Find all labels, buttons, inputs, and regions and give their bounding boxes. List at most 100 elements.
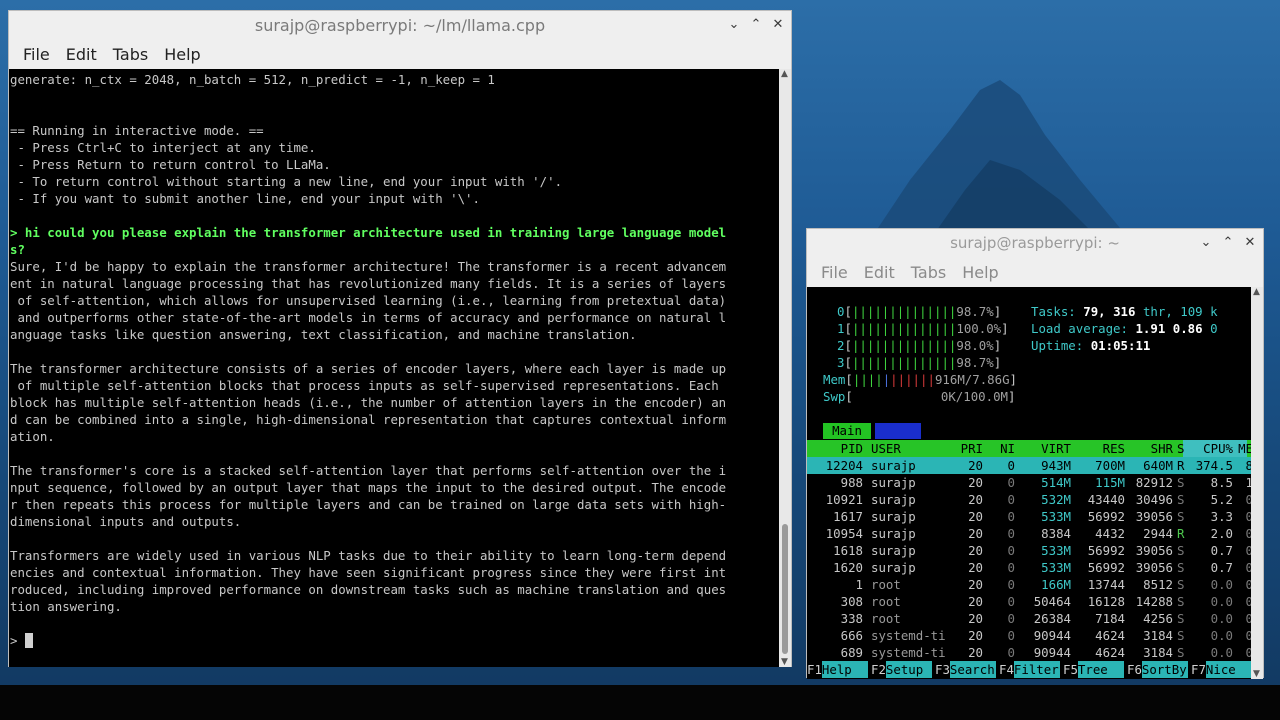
cell-pid: 689 [840, 645, 863, 660]
process-row[interactable]: 1618 surajp 20 0 533M 56992 39056 S 0.7 0 [807, 542, 1253, 559]
input-prompt[interactable]: > [10, 632, 781, 649]
menu-help[interactable]: Help [156, 45, 208, 64]
menu-file[interactable]: File [15, 45, 58, 64]
cell-shr: 3184 [1143, 628, 1173, 643]
window-titlebar[interactable]: surajp@raspberrypi: ~ ⌄ ⌃ ✕ [807, 229, 1263, 257]
process-row[interactable]: 1617 surajp 20 0 533M 56992 39056 S 3.3 0 [807, 508, 1253, 525]
cell-ni: 0 [1007, 526, 1015, 541]
scroll-thumb[interactable] [782, 524, 788, 654]
fkey-setup[interactable]: F2Setup [871, 661, 932, 678]
fkey-nice[interactable]: F7Nice [1191, 661, 1252, 678]
terminal-line: == Running in interactive mode. == [10, 123, 264, 138]
menu-edit[interactable]: Edit [58, 45, 105, 64]
function-key-bar: F1Help F2Setup F3Search F4Filter F5Tree F6Sor… [807, 661, 1253, 678]
terminal-line: of multiple self-attention blocks that p… [10, 378, 719, 393]
process-row[interactable]: 12204 surajp 20 0 943M 700M 640M R 374.5 8 [807, 457, 1253, 474]
maximize-icon[interactable]: ⌃ [749, 15, 763, 33]
cell-user: surajp [871, 475, 916, 490]
process-row[interactable]: 988 surajp 20 0 514M 115M 82912 S 8.5 1 [807, 474, 1253, 491]
menu-tabs[interactable]: Tabs [903, 263, 954, 282]
cell-ni: 0 [1007, 594, 1015, 609]
load-average-stat: Load average: 1.91 0.86 0 [1031, 321, 1218, 336]
cpu-meter-1: 1[||||||||||||||100.0%] [837, 321, 1009, 336]
scroll-up-icon[interactable]: ▲ [1253, 287, 1260, 297]
cell-cpu: 2.0 [1210, 526, 1233, 541]
menu-file[interactable]: File [813, 263, 856, 282]
process-row[interactable]: 1620 surajp 20 0 533M 56992 39056 S 0.7 0 [807, 559, 1253, 576]
fkey-search[interactable]: F3Search [935, 661, 996, 678]
cell-pri: 20 [968, 628, 983, 643]
process-row[interactable]: 338 root 20 0 26384 7184 4256 S 0.0 0 [807, 610, 1253, 627]
cell-ni: 0 [1007, 645, 1015, 660]
cell-ni: 0 [1007, 475, 1015, 490]
maximize-icon[interactable]: ⌃ [1221, 233, 1235, 251]
cell-cpu: 8.5 [1210, 475, 1233, 490]
process-row[interactable]: 666 systemd-ti 20 0 90944 4624 3184 S 0.0 0 [807, 627, 1253, 644]
tab-io[interactable] [875, 423, 921, 439]
cell-user: surajp [871, 526, 916, 541]
cell-pid: 1617 [833, 509, 863, 524]
menu-tabs[interactable]: Tabs [105, 45, 156, 64]
column-header-user[interactable]: USER [871, 440, 951, 457]
process-row[interactable]: 10921 surajp 20 0 532M 43440 30496 S 5.2 0 [807, 491, 1253, 508]
scroll-up-icon[interactable]: ▲ [781, 69, 788, 79]
fkey-sortby[interactable]: F6SortBy [1127, 661, 1188, 678]
column-header-res[interactable]: RES [1073, 440, 1125, 457]
terminal-line: Transformers are widely used in various … [10, 548, 727, 563]
cell-res: 4624 [1095, 628, 1125, 643]
tab-main[interactable]: Main [823, 423, 871, 439]
window-title: surajp@raspberrypi: ~/lm/llama.cpp [254, 15, 546, 35]
uptime-stat: Uptime: 01:05:11 [1031, 338, 1151, 353]
terminal-line: anguage tasks like question answering, t… [10, 327, 637, 342]
menu-edit[interactable]: Edit [856, 263, 903, 282]
column-header-cpu[interactable]: CPU% [1187, 440, 1233, 457]
terminal-line: tion answering. [10, 599, 122, 614]
terminal-output[interactable]: generate: n_ctx = 2048, n_batch = 512, n… [9, 69, 781, 667]
cell-user: surajp [871, 492, 916, 507]
terminal-line: - If you want to submit another line, en… [10, 191, 480, 206]
cell-virt: 8384 [1041, 526, 1071, 541]
fkey-filter[interactable]: F4Filter [999, 661, 1060, 678]
scrollbar[interactable]: ▲ ▼ [1251, 287, 1263, 679]
fkey-tree[interactable]: F5Tree [1063, 661, 1124, 678]
dropdown-icon[interactable]: ⌄ [1199, 233, 1213, 251]
scrollbar[interactable]: ▲ ▼ [779, 69, 791, 667]
cell-shr: 39056 [1135, 543, 1173, 558]
scroll-down-icon[interactable]: ▼ [781, 657, 788, 667]
process-row[interactable]: 308 root 20 0 50464 16128 14288 S 0.0 0 [807, 593, 1253, 610]
window-titlebar[interactable]: surajp@raspberrypi: ~/lm/llama.cpp ⌄ ⌃ ✕ [9, 11, 791, 39]
cell-pid: 10954 [825, 526, 863, 541]
terminal-line: block has multiple self-attention heads … [10, 395, 727, 410]
column-header-shr[interactable]: SHR [1127, 440, 1173, 457]
terminal-window-llama[interactable]: surajp@raspberrypi: ~/lm/llama.cpp ⌄ ⌃ ✕… [8, 10, 792, 667]
menu-help[interactable]: Help [954, 263, 1006, 282]
cell-pid: 10921 [825, 492, 863, 507]
column-header-ni[interactable]: NI [987, 440, 1015, 457]
terminal-window-htop[interactable]: surajp@raspberrypi: ~ ⌄ ⌃ ✕ File Edit Ta… [806, 228, 1264, 679]
process-row[interactable]: 10954 surajp 20 0 8384 4432 2944 R 2.0 0 [807, 525, 1253, 542]
scroll-down-icon[interactable]: ▼ [1253, 669, 1260, 679]
cell-shr: 39056 [1135, 509, 1173, 524]
close-icon[interactable]: ✕ [1243, 233, 1257, 251]
cell-pid: 338 [840, 611, 863, 626]
fkey-label: Nice [1205, 661, 1252, 678]
column-header-virt[interactable]: VIRT [1019, 440, 1071, 457]
process-row[interactable]: 689 systemd-ti 20 0 90944 4624 3184 S 0.0 0 [807, 644, 1253, 661]
cell-res: 13744 [1087, 577, 1125, 592]
column-header-pid[interactable]: PID [807, 440, 863, 457]
column-header-pri[interactable]: PRI [953, 440, 983, 457]
cell-cpu: 5.2 [1210, 492, 1233, 507]
fkey-help[interactable]: F1Help [807, 661, 868, 678]
htop-screen[interactable]: 0[||||||||||||||98.7%] 1[||||||||||||||1… [807, 287, 1253, 679]
fkey-label: Tree [1077, 661, 1124, 678]
cell-user: root [871, 594, 901, 609]
process-row[interactable]: 1 root 20 0 166M 13744 8512 S 0.0 0 [807, 576, 1253, 593]
cell-res: 700M [1095, 458, 1125, 473]
cell-res: 115M [1095, 475, 1125, 490]
dropdown-icon[interactable]: ⌄ [727, 15, 741, 33]
fkey-label: Search [949, 661, 996, 678]
cell-shr: 14288 [1135, 594, 1173, 609]
close-icon[interactable]: ✕ [771, 15, 785, 33]
